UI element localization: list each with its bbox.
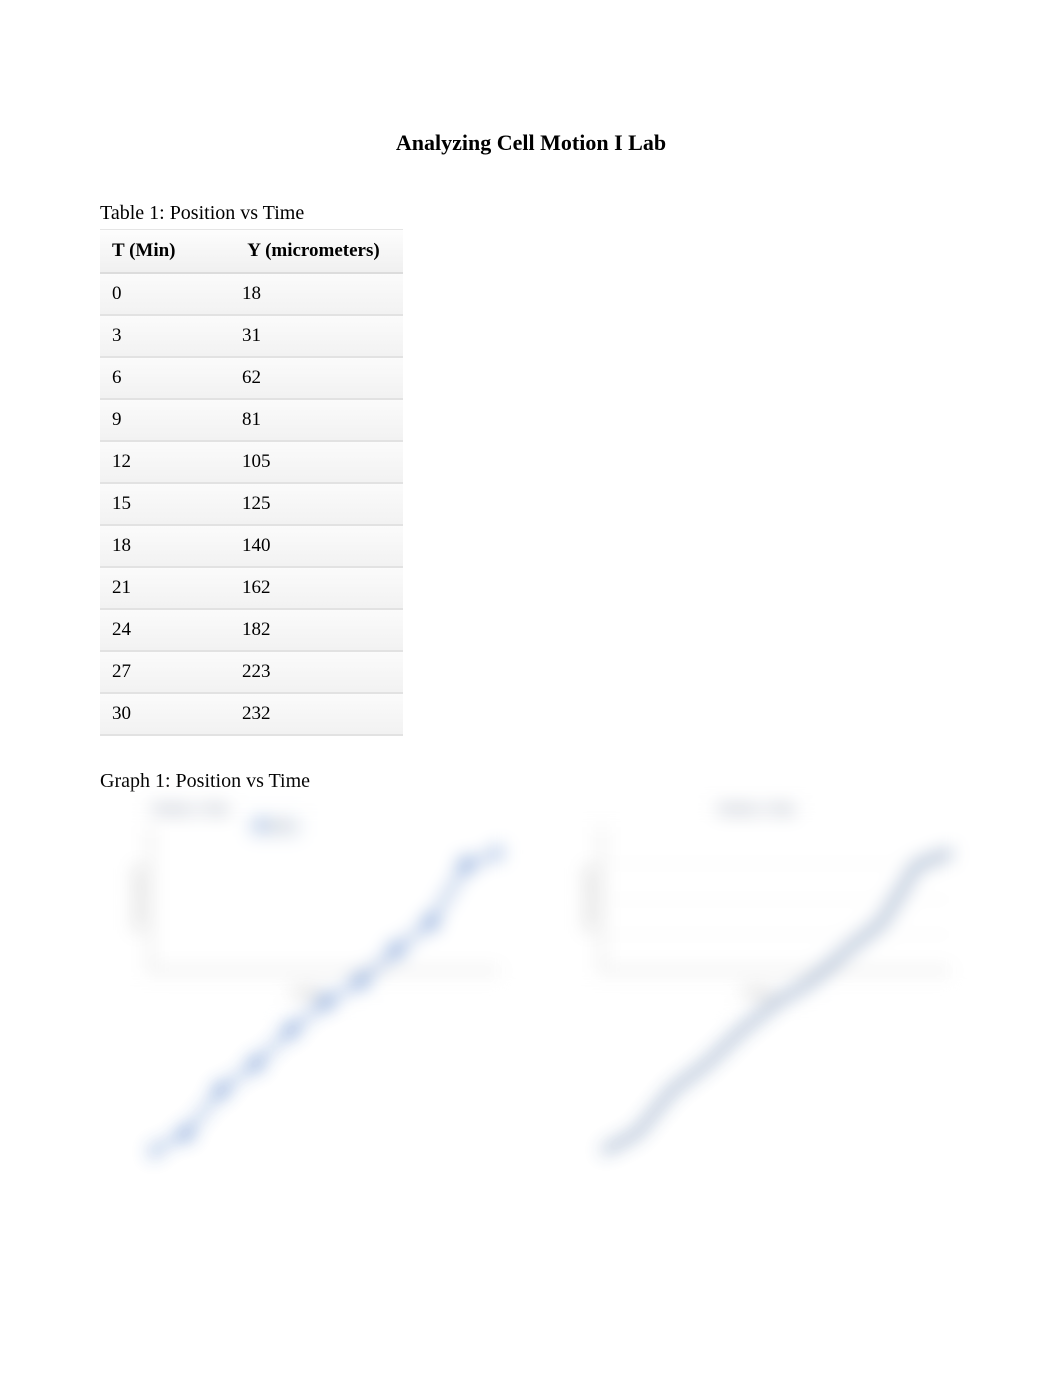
line-plot-icon <box>602 827 952 1177</box>
table-row: 331 <box>100 316 403 358</box>
plot-area <box>150 827 501 971</box>
cell-y: 162 <box>224 568 403 610</box>
cell-y: 223 <box>224 652 403 694</box>
cell-t: 12 <box>100 442 224 484</box>
chart-right: Position vs Time Y (micrometers) T (Min) <box>551 799 962 999</box>
y-axis-label: Y (micrometers) <box>585 866 596 932</box>
table-caption: Table 1: Position vs Time <box>100 202 962 225</box>
scatter-plot-icon <box>151 827 501 1177</box>
table-row: 21162 <box>100 568 403 610</box>
table-row: 12105 <box>100 442 403 484</box>
chart-title: Position vs Time <box>152 803 229 815</box>
table-header-y: Y (micrometers) <box>224 229 403 274</box>
document-page: Analyzing Cell Motion I Lab Table 1: Pos… <box>0 0 1062 1059</box>
table-header-row: T (Min) Y (micrometers) <box>100 229 403 274</box>
chart-title: Position vs Time <box>718 803 795 815</box>
table-row: 24182 <box>100 610 403 652</box>
cell-t: 30 <box>100 694 224 736</box>
cell-t: 3 <box>100 316 224 358</box>
graph-caption: Graph 1: Position vs Time <box>100 770 962 793</box>
x-axis-label: T (Min) <box>290 988 322 999</box>
plot-area <box>601 827 952 971</box>
table-row: 981 <box>100 400 403 442</box>
cell-t: 0 <box>100 274 224 316</box>
cell-y: 81 <box>224 400 403 442</box>
table-row: 30232 <box>100 694 403 736</box>
cell-t: 24 <box>100 610 224 652</box>
table-row: 15125 <box>100 484 403 526</box>
cell-t: 9 <box>100 400 224 442</box>
cell-y: 140 <box>224 526 403 568</box>
x-axis-label: T (Min) <box>741 988 773 999</box>
cell-y: 105 <box>224 442 403 484</box>
cell-t: 18 <box>100 526 224 568</box>
cell-y: 182 <box>224 610 403 652</box>
cell-t: 6 <box>100 358 224 400</box>
table-row: 018 <box>100 274 403 316</box>
cell-y: 62 <box>224 358 403 400</box>
table-row: 18140 <box>100 526 403 568</box>
cell-y: 232 <box>224 694 403 736</box>
cell-y: 18 <box>224 274 403 316</box>
table-row: 662 <box>100 358 403 400</box>
table-header-t: T (Min) <box>100 229 224 274</box>
cell-t: 21 <box>100 568 224 610</box>
blurred-chart-region: Position vs Time Series Y (micrometers) <box>100 799 962 999</box>
cell-t: 27 <box>100 652 224 694</box>
document-title: Analyzing Cell Motion I Lab <box>100 130 962 156</box>
chart-left: Position vs Time Series Y (micrometers) <box>100 799 511 999</box>
position-time-table: T (Min) Y (micrometers) 018 331 662 981 … <box>100 229 403 736</box>
cell-y: 125 <box>224 484 403 526</box>
table-row: 27223 <box>100 652 403 694</box>
cell-y: 31 <box>224 316 403 358</box>
y-axis-label: Y (micrometers) <box>134 866 145 932</box>
cell-t: 15 <box>100 484 224 526</box>
